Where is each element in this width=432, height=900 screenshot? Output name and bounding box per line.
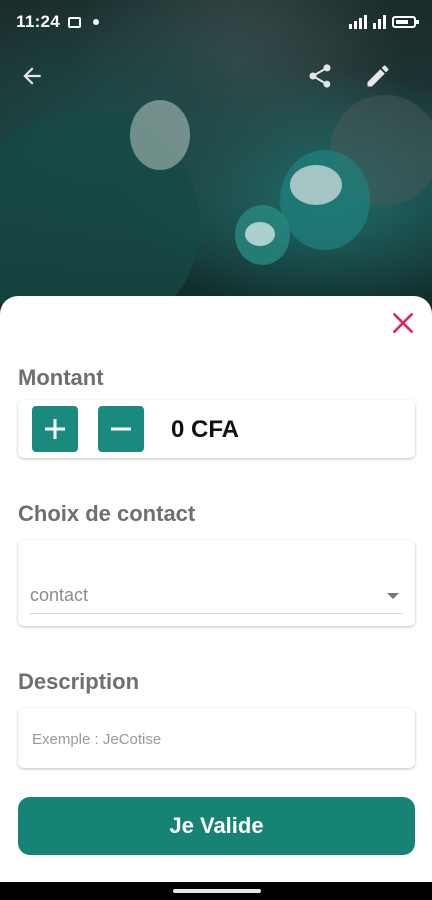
signal-icon xyxy=(373,15,386,29)
contact-dropdown[interactable]: contact xyxy=(30,578,403,614)
status-bar: 11:24 xyxy=(0,0,432,44)
chevron-down-icon xyxy=(387,592,399,599)
contact-label: Choix de contact xyxy=(18,501,196,526)
plus-icon xyxy=(45,419,65,439)
message-icon xyxy=(68,16,82,28)
home-indicator[interactable] xyxy=(173,889,261,893)
amount-card: 0 CFA xyxy=(18,400,415,458)
description-label: Description xyxy=(18,669,140,694)
contact-card: contact xyxy=(18,540,415,626)
description-input[interactable] xyxy=(32,726,402,752)
contact-placeholder: contact xyxy=(30,585,89,605)
increment-button[interactable] xyxy=(32,406,78,452)
app-bar xyxy=(0,50,432,102)
status-time: 11:24 xyxy=(16,12,61,31)
bottom-sheet: Montant 0 CFA Choix de contact contact D… xyxy=(0,296,432,882)
dot-icon xyxy=(93,19,100,25)
system-nav-bar xyxy=(0,882,432,900)
submit-button[interactable]: Je Valide xyxy=(18,797,415,855)
arrow-left-icon[interactable] xyxy=(14,58,50,94)
description-card xyxy=(18,708,415,768)
amount-label: Montant xyxy=(18,365,104,390)
header-image xyxy=(0,0,432,320)
share-icon[interactable] xyxy=(302,58,338,94)
pencil-icon[interactable] xyxy=(360,58,396,94)
decrement-button[interactable] xyxy=(98,406,144,452)
battery-icon xyxy=(392,16,419,28)
amount-value: 0 CFA xyxy=(171,416,240,443)
signal-icon xyxy=(349,15,367,29)
close-icon[interactable] xyxy=(390,310,416,336)
minus-icon xyxy=(111,427,131,431)
